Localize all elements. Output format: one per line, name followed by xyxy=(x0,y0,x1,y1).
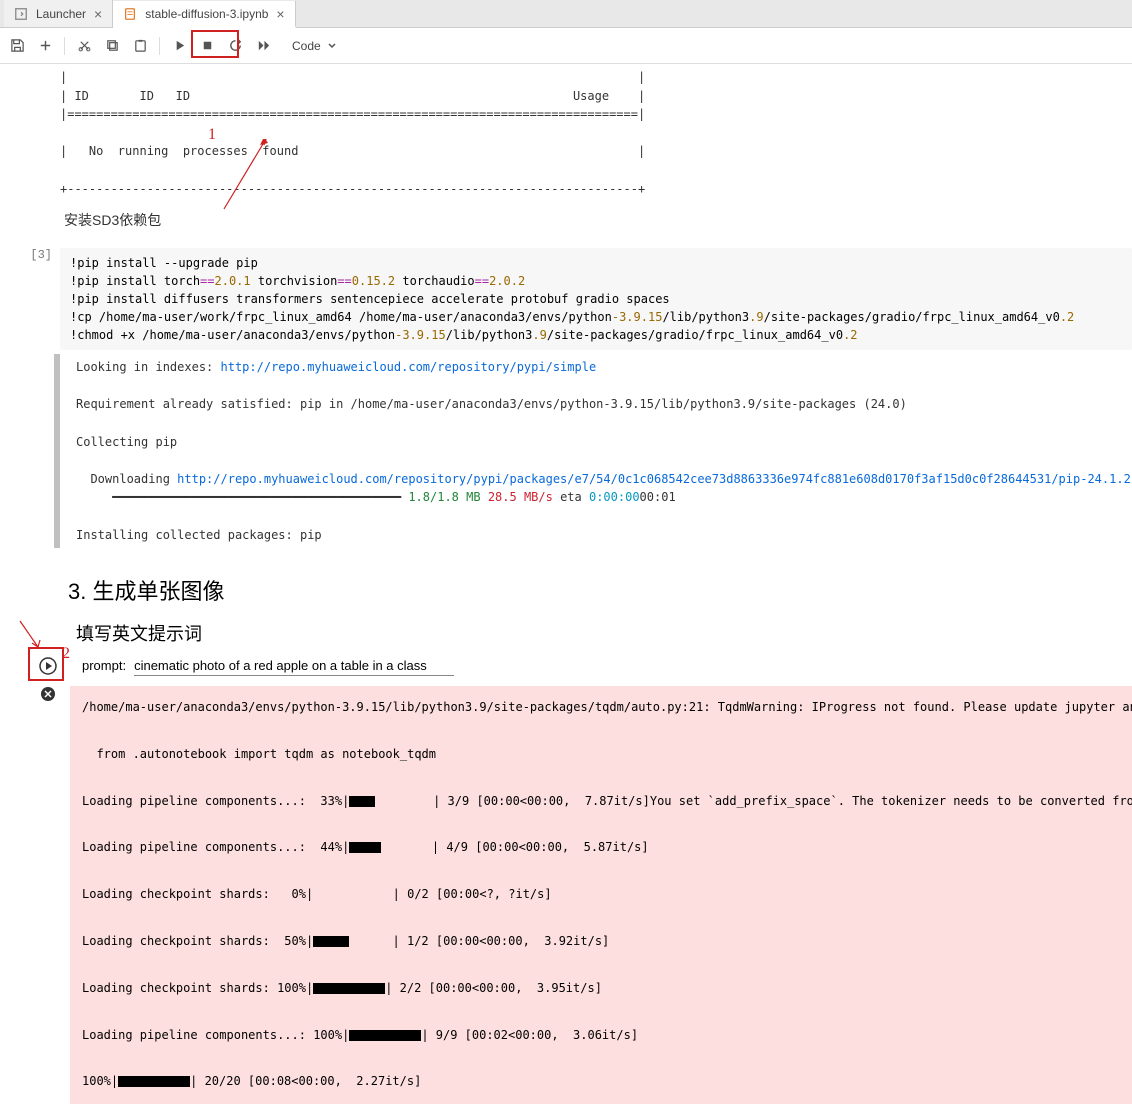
annotation-box-1 xyxy=(191,30,239,58)
tab-launcher[interactable]: Launcher × xyxy=(4,0,113,27)
prompt-widget: prompt: xyxy=(0,656,1132,676)
cut-button[interactable] xyxy=(73,35,95,57)
save-button[interactable] xyxy=(6,35,28,57)
pip-index-link[interactable]: http://repo.myhuaweicloud.com/repository… xyxy=(221,360,597,374)
paste-button[interactable] xyxy=(129,35,151,57)
section-heading: 3. 生成单张图像 xyxy=(0,574,1132,606)
add-cell-button[interactable] xyxy=(34,35,56,57)
close-icon[interactable]: × xyxy=(94,6,102,22)
notebook-icon xyxy=(123,7,137,21)
run-button[interactable] xyxy=(168,35,190,57)
prompt-label: prompt: xyxy=(82,658,126,673)
cell-type-label: Code xyxy=(292,39,321,53)
error-icon xyxy=(40,686,56,705)
cell-type-select[interactable]: Code xyxy=(292,39,337,53)
notebook-body: 1 | | | ID ID ID xyxy=(0,64,1132,1104)
annotation-arrow-1 xyxy=(218,139,278,219)
annotation-label-1: 1 xyxy=(208,126,216,144)
prompt-input[interactable] xyxy=(134,656,454,676)
pip-download-link[interactable]: http://repo.myhuaweicloud.com/repository… xyxy=(177,472,1132,486)
input-prompt: [3] xyxy=(0,248,60,262)
launcher-icon xyxy=(14,7,28,21)
code-cell-3[interactable]: !pip install --upgrade pip !pip install … xyxy=(60,248,1132,350)
markdown-install-deps: 安装SD3依赖包 xyxy=(0,210,1132,230)
copy-button[interactable] xyxy=(101,35,123,57)
tab-notebook-label: stable-diffusion-3.ipynb xyxy=(145,7,268,21)
tab-notebook[interactable]: stable-diffusion-3.ipynb × xyxy=(113,1,295,28)
subsection-heading: 填写英文提示词 xyxy=(0,620,1132,646)
notebook-toolbar: Code xyxy=(0,28,1132,64)
chevron-down-icon xyxy=(327,41,337,51)
close-icon[interactable]: × xyxy=(276,6,284,22)
restart-run-all-button[interactable] xyxy=(252,35,274,57)
tab-launcher-label: Launcher xyxy=(36,7,86,21)
stderr-output: /home/ma-user/anaconda3/envs/python-3.9.… xyxy=(70,686,1132,1104)
pip-output: Looking in indexes: http://repo.myhuawei… xyxy=(54,354,1132,548)
tab-bar: Launcher × stable-diffusion-3.ipynb × xyxy=(0,0,1132,28)
annotation-label-2: 2 xyxy=(62,645,70,663)
annotation-arrow-2 xyxy=(18,619,58,659)
